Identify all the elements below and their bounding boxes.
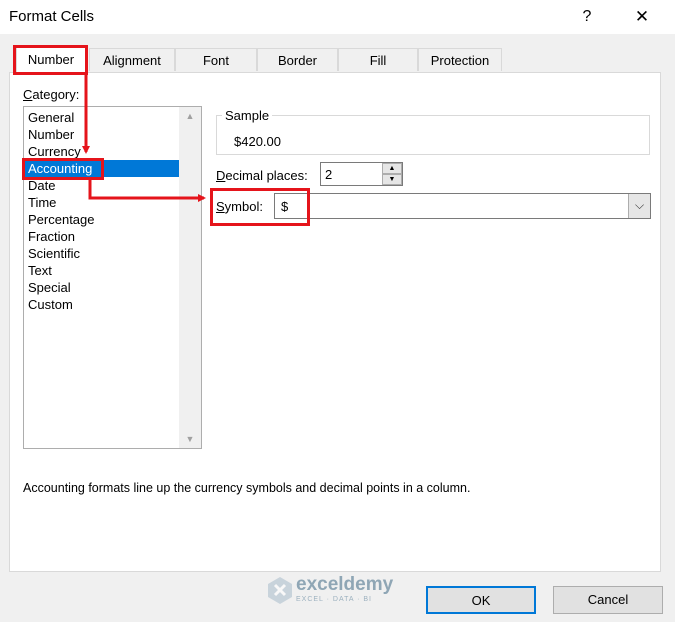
arrow-to-symbol [88,180,206,202]
annotation-arrows [82,74,206,202]
